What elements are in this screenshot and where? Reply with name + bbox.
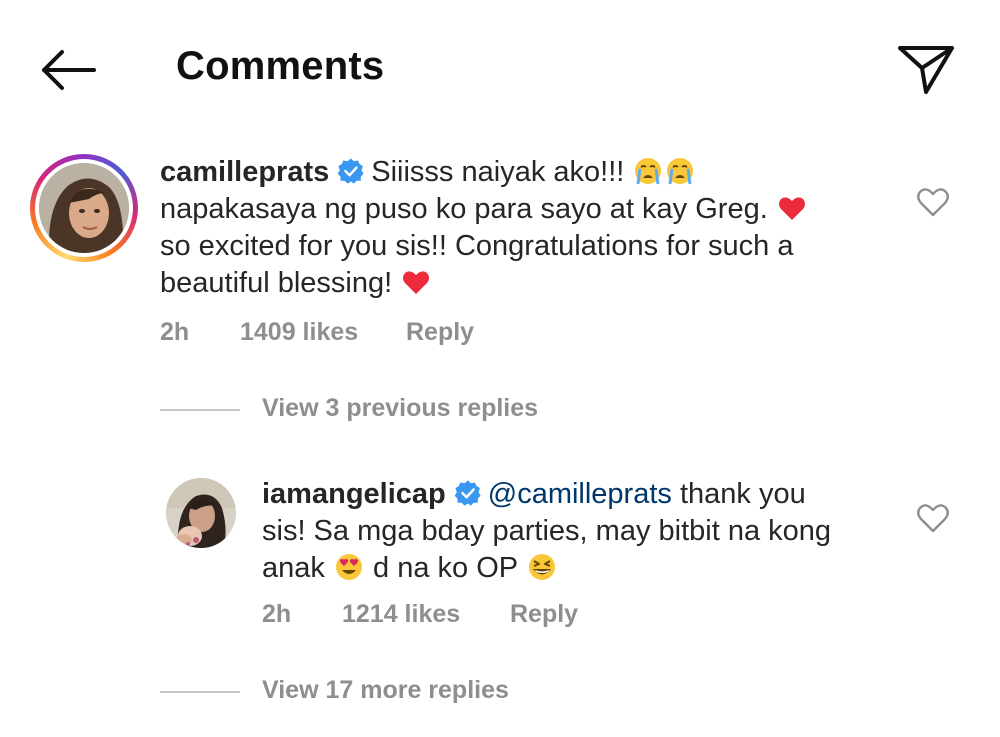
comment-text-line: so excited for you sis!! Congratulations… [160, 230, 794, 262]
comment-timestamp: 2h [160, 318, 190, 346]
view-replies-label: View 3 previous replies [262, 394, 539, 422]
comment-username[interactable]: camilleprats [160, 156, 329, 188]
view-replies-label: View 17 more replies [262, 676, 509, 704]
view-previous-replies[interactable]: View 3 previous replies [160, 392, 580, 426]
divider [160, 409, 240, 411]
avatar[interactable] [39, 163, 129, 253]
comment-username[interactable]: iamangelicap [262, 478, 446, 510]
like-button[interactable] [916, 186, 950, 218]
reply-item: iamangelicap @camilleprats thank you sis!… [0, 470, 1000, 640]
view-more-replies[interactable]: View 17 more replies [160, 674, 580, 708]
red-heart-icon [403, 271, 430, 294]
arrow-left-icon [42, 50, 96, 90]
loudly-crying-face-icon [667, 158, 694, 185]
heart-outline-icon [917, 504, 949, 533]
paper-plane-icon [898, 46, 954, 94]
comment-text-line: anak [262, 552, 325, 584]
comment-text-line: thank you [671, 478, 806, 510]
heart-outline-icon [917, 188, 949, 217]
likes-count[interactable]: 1214 likes [342, 600, 460, 629]
reply-button[interactable]: Reply [510, 600, 578, 629]
like-button[interactable] [916, 502, 950, 534]
likes-count[interactable]: 1409 likes [240, 318, 358, 347]
comment-text-line: sis! Sa mga bday parties, may bitbit na … [262, 515, 832, 547]
comment-text-line: d na ko OP [364, 552, 518, 584]
reply-button[interactable]: Reply [406, 318, 474, 347]
back-button[interactable] [36, 46, 100, 94]
comment-text-line: Siiisss naiyak ako!!! [371, 156, 625, 188]
heart-eyes-face-icon [335, 554, 362, 580]
loudly-crying-face-icon [635, 158, 662, 185]
red-heart-icon [778, 197, 805, 220]
comment-text-line: napakasaya ng puso ko para sayo at kay G… [160, 193, 768, 225]
header: Comments [0, 0, 1000, 140]
page-title: Comments [176, 44, 385, 88]
verified-badge-icon [454, 480, 481, 506]
mention-link[interactable]: @camilleprats [488, 478, 672, 510]
avatar[interactable] [166, 478, 236, 548]
grinning-squinting-face-icon [528, 554, 555, 580]
verified-badge-icon [337, 158, 364, 184]
comment-text-line: beautiful blessing! [160, 267, 393, 299]
comment-timestamp: 2h [262, 600, 292, 628]
divider [160, 691, 240, 693]
reply-text: iamangelicap @camilleprats thank you sis!… [262, 476, 882, 587]
share-button[interactable] [896, 42, 956, 98]
comment-text: camilleprats Siiisss naiyak ako!!! napaka… [160, 154, 860, 302]
comment-item: camilleprats Siiisss naiyak ako!!! napaka… [0, 150, 1000, 350]
